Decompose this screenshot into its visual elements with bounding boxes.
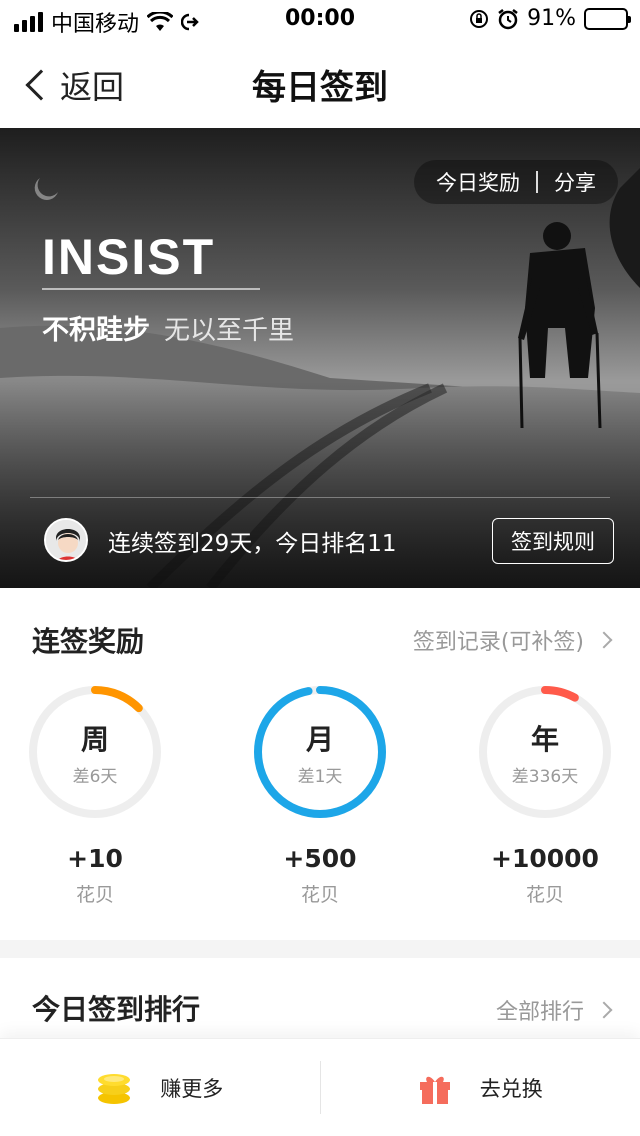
checkin-record-label: 签到记录(可补签) <box>412 630 584 655</box>
alarm-icon <box>498 8 518 29</box>
battery-icon <box>584 7 631 30</box>
share-button[interactable]: 分享 <box>554 167 596 197</box>
divider <box>536 171 538 193</box>
reward-amount: +10000 <box>491 844 599 873</box>
days-remaining: 差1天 <box>297 767 343 787</box>
hero-banner: 今日奖励 分享 INSIST 不积跬步 无以至千里 连续签到29天，今日排名11… <box>0 128 640 588</box>
streak-reward-section: 连签奖励 签到记录(可补签) 周 差6天 +10 花贝 月 差1天 +500 花… <box>0 588 640 940</box>
checkin-rules-button[interactable]: 签到规则 <box>492 518 614 564</box>
avatar[interactable] <box>44 518 88 562</box>
all-rankings-link[interactable]: 全部排行 <box>495 994 613 1026</box>
reward-amount: +500 <box>283 844 357 873</box>
gift-icon <box>419 1076 450 1104</box>
hero-headline: INSIST <box>42 229 216 285</box>
divider <box>42 288 260 290</box>
hero-action-pill: 今日奖励 分享 <box>414 160 618 204</box>
checkin-record-link[interactable]: 签到记录(可补签) <box>412 624 613 656</box>
reward-unit: 花贝 <box>300 884 339 906</box>
page-title: 每日签到 <box>252 68 388 108</box>
reward-period-label: 年 <box>530 723 559 756</box>
quote-light: 无以至千里 <box>164 316 295 346</box>
reward-period-label: 周 <box>80 723 109 756</box>
divider <box>30 497 610 498</box>
earn-more-label: 赚更多 <box>160 1076 224 1101</box>
reward-item-week: 周 差6天 +10 花贝 <box>25 682 165 906</box>
reward-item-month: 月 差1天 +500 花贝 <box>250 682 390 906</box>
bottom-action-bar: 赚更多 去兑换 <box>0 1038 640 1136</box>
redeem-button[interactable]: 去兑换 <box>321 1039 640 1136</box>
section-title: 连签奖励 <box>32 625 145 658</box>
daily-ranking-section: 今日签到排行 全部排行 <box>0 958 640 1038</box>
chevron-right-icon <box>595 631 613 649</box>
chevron-right-icon <box>595 1001 613 1019</box>
navigation-bar: 返回 每日签到 <box>0 40 640 128</box>
days-remaining: 差336天 <box>511 767 579 787</box>
status-bar: 中国移动 00:00 91% <box>0 0 640 40</box>
hero-quote: 不积跬步 无以至千里 <box>42 308 294 347</box>
reward-unit: 花贝 <box>75 884 114 906</box>
earn-more-button[interactable]: 赚更多 <box>0 1039 320 1136</box>
redeem-label: 去兑换 <box>479 1076 543 1101</box>
all-rankings-label: 全部排行 <box>495 1000 584 1025</box>
reward-item-year: 年 差336天 +10000 花贝 <box>475 682 615 906</box>
section-title: 今日签到排行 <box>32 993 201 1026</box>
battery-percent: 91% <box>527 6 576 31</box>
reward-unit: 花贝 <box>525 884 564 906</box>
streak-status-text: 连续签到29天，今日排名11 <box>108 531 397 557</box>
quote-bold: 不积跬步 <box>42 315 150 346</box>
rotation-lock-icon <box>470 9 489 28</box>
today-reward-button[interactable]: 今日奖励 <box>436 167 520 197</box>
coin-stack-icon <box>98 1073 131 1104</box>
reward-amount: +10 <box>67 844 123 873</box>
reward-period-label: 月 <box>305 723 334 756</box>
days-remaining: 差6天 <box>72 767 118 787</box>
